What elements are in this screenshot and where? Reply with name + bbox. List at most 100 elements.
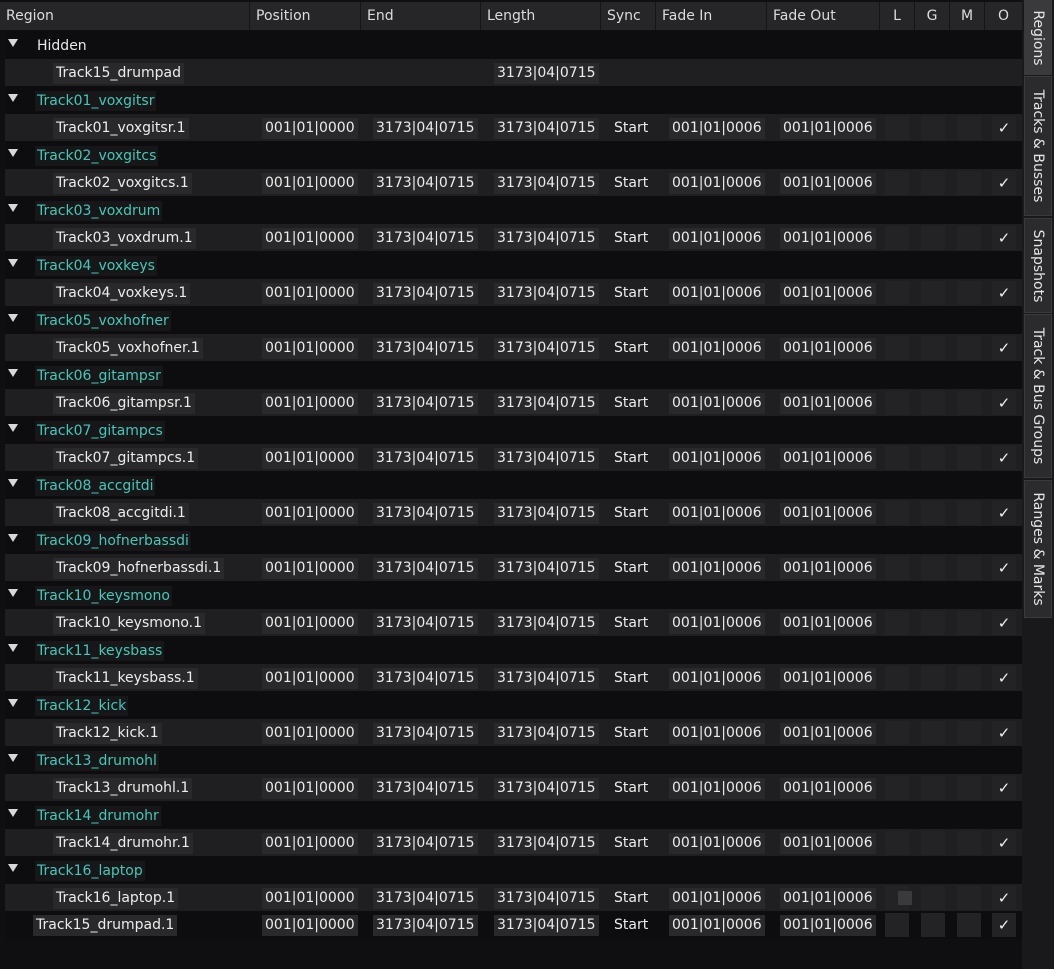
lock-toggle[interactable] — [885, 170, 909, 195]
glue-toggle[interactable] — [921, 335, 945, 360]
region-group-row[interactable]: Track16_laptop — [5, 856, 1022, 884]
lock-toggle[interactable] — [885, 225, 909, 250]
opaque-checkbox[interactable]: ✓ — [992, 720, 1016, 745]
opaque-checkbox[interactable]: ✓ — [992, 665, 1016, 690]
mute-toggle[interactable] — [957, 610, 981, 635]
expander-triangle-icon[interactable] — [8, 534, 18, 542]
opaque-checkbox[interactable]: ✓ — [992, 115, 1016, 140]
region-group-row[interactable]: Track07_gitampcs — [5, 416, 1022, 444]
mute-toggle[interactable] — [957, 885, 981, 910]
column-header-end[interactable]: End — [361, 2, 481, 30]
expander-triangle-icon[interactable] — [8, 589, 18, 597]
glue-toggle[interactable] — [921, 885, 945, 910]
expander-triangle-icon[interactable] — [8, 39, 18, 47]
mute-toggle[interactable] — [957, 555, 981, 580]
region-row[interactable]: Track15_drumpad 3173|04|0715 — [5, 58, 1022, 86]
glue-toggle[interactable] — [921, 775, 945, 800]
region-group-row[interactable]: Track14_drumohr — [5, 801, 1022, 829]
region-row[interactable]: Track02_voxgitcs.1 001|01|0000 3173|04|071… — [5, 168, 1022, 196]
glue-toggle[interactable] — [921, 115, 945, 140]
lock-toggle[interactable] — [885, 335, 909, 360]
glue-toggle[interactable] — [921, 500, 945, 525]
opaque-checkbox[interactable]: ✓ — [992, 913, 1016, 937]
region-group-row[interactable]: Track04_voxkeys — [5, 251, 1022, 279]
expander-triangle-icon[interactable] — [8, 149, 18, 157]
region-row[interactable]: Track10_keysmono.1 001|01|0000 3173|04|071… — [5, 608, 1022, 636]
region-group-row[interactable]: Track08_accgitdi — [5, 471, 1022, 499]
region-group-row[interactable]: Track10_keysmono — [5, 581, 1022, 609]
region-row[interactable]: Track14_drumohr.1 001|01|0000 3173|04|0715… — [5, 828, 1022, 856]
lock-toggle[interactable] — [885, 390, 909, 415]
region-group-row[interactable]: Track09_hofnerbassdi — [5, 526, 1022, 554]
opaque-checkbox[interactable]: ✓ — [992, 390, 1016, 415]
expander-triangle-icon[interactable] — [8, 314, 18, 322]
glue-toggle[interactable] — [921, 170, 945, 195]
lock-toggle[interactable] — [885, 665, 909, 690]
region-group-row[interactable]: Track02_voxgitcs — [5, 141, 1022, 169]
region-row[interactable]: Track04_voxkeys.1 001|01|0000 3173|04|0715… — [5, 278, 1022, 306]
sidebar-tab-regions[interactable]: Regions — [1024, 0, 1052, 75]
mute-toggle[interactable] — [957, 913, 981, 937]
glue-toggle[interactable] — [921, 280, 945, 305]
region-group-row[interactable]: Track03_voxdrum — [5, 196, 1022, 224]
column-header-fade-out[interactable]: Fade Out — [767, 2, 880, 30]
region-row[interactable]: Track12_kick.1 001|01|0000 3173|04|0715 317… — [5, 718, 1022, 746]
column-header-g[interactable]: G — [915, 2, 950, 30]
glue-toggle[interactable] — [921, 390, 945, 415]
lock-toggle[interactable] — [885, 720, 909, 745]
glue-toggle[interactable] — [921, 830, 945, 855]
mute-toggle[interactable] — [957, 280, 981, 305]
column-header-m[interactable]: M — [950, 2, 985, 30]
mute-toggle[interactable] — [957, 665, 981, 690]
opaque-checkbox[interactable]: ✓ — [992, 775, 1016, 800]
region-row[interactable]: Track13_drumohl.1 001|01|0000 3173|04|0715… — [5, 773, 1022, 801]
region-group-row[interactable]: Track06_gitampsr — [5, 361, 1022, 389]
sidebar-tab-track-bus-groups[interactable]: Track & Bus Groups — [1024, 314, 1052, 478]
lock-toggle[interactable] — [885, 500, 909, 525]
expander-triangle-icon[interactable] — [8, 94, 18, 102]
mute-toggle[interactable] — [957, 225, 981, 250]
expander-triangle-icon[interactable] — [8, 644, 18, 652]
expander-triangle-icon[interactable] — [8, 204, 18, 212]
glue-toggle[interactable] — [921, 445, 945, 470]
glue-toggle[interactable] — [921, 225, 945, 250]
lock-toggle[interactable] — [885, 775, 909, 800]
opaque-checkbox[interactable]: ✓ — [992, 830, 1016, 855]
region-row[interactable]: Track07_gitampcs.1 001|01|0000 3173|04|071… — [5, 443, 1022, 471]
opaque-checkbox[interactable]: ✓ — [992, 280, 1016, 305]
region-row[interactable]: Track03_voxdrum.1 001|01|0000 3173|04|0715… — [5, 223, 1022, 251]
mute-toggle[interactable] — [957, 720, 981, 745]
expander-triangle-icon[interactable] — [8, 259, 18, 267]
sidebar-tab-ranges-marks[interactable]: Ranges & Marks — [1024, 480, 1052, 618]
column-header-region[interactable]: Region — [0, 2, 250, 30]
mute-toggle[interactable] — [957, 445, 981, 470]
opaque-checkbox[interactable]: ✓ — [992, 170, 1016, 195]
mute-toggle[interactable] — [957, 335, 981, 360]
expander-triangle-icon[interactable] — [8, 699, 18, 707]
region-row[interactable]: Track01_voxgitsr.1 001|01|0000 3173|04|071… — [5, 113, 1022, 141]
mute-toggle[interactable] — [957, 830, 981, 855]
expander-triangle-icon[interactable] — [8, 424, 18, 432]
lock-toggle[interactable] — [885, 830, 909, 855]
column-header-position[interactable]: Position — [250, 2, 361, 30]
expander-triangle-icon[interactable] — [8, 754, 18, 762]
region-group-row[interactable]: Track12_kick — [5, 691, 1022, 719]
region-group-row[interactable]: Track13_drumohl — [5, 746, 1022, 774]
column-header-fade-in[interactable]: Fade In — [656, 2, 767, 30]
region-row[interactable]: Track11_keysbass.1 001|01|0000 3173|04|071… — [5, 663, 1022, 691]
expander-triangle-icon[interactable] — [8, 864, 18, 872]
region-row[interactable]: Track05_voxhofner.1 001|01|0000 3173|04|07… — [5, 333, 1022, 361]
opaque-checkbox[interactable]: ✓ — [992, 445, 1016, 470]
region-group-row[interactable]: Track05_voxhofner — [5, 306, 1022, 334]
expander-triangle-icon[interactable] — [8, 479, 18, 487]
opaque-checkbox[interactable]: ✓ — [992, 610, 1016, 635]
sidebar-tab-snapshots[interactable]: Snapshots — [1024, 218, 1052, 313]
opaque-checkbox[interactable]: ✓ — [992, 885, 1016, 910]
lock-toggle[interactable] — [885, 913, 909, 937]
lock-toggle[interactable] — [885, 555, 909, 580]
region-row[interactable]: Track15_drumpad.1 001|01|0000 3173|04|0715… — [5, 911, 1022, 939]
column-header-l[interactable]: L — [880, 2, 915, 30]
region-row[interactable]: Track06_gitampsr.1 001|01|0000 3173|04|071… — [5, 388, 1022, 416]
glue-toggle[interactable] — [921, 913, 945, 937]
mute-toggle[interactable] — [957, 170, 981, 195]
